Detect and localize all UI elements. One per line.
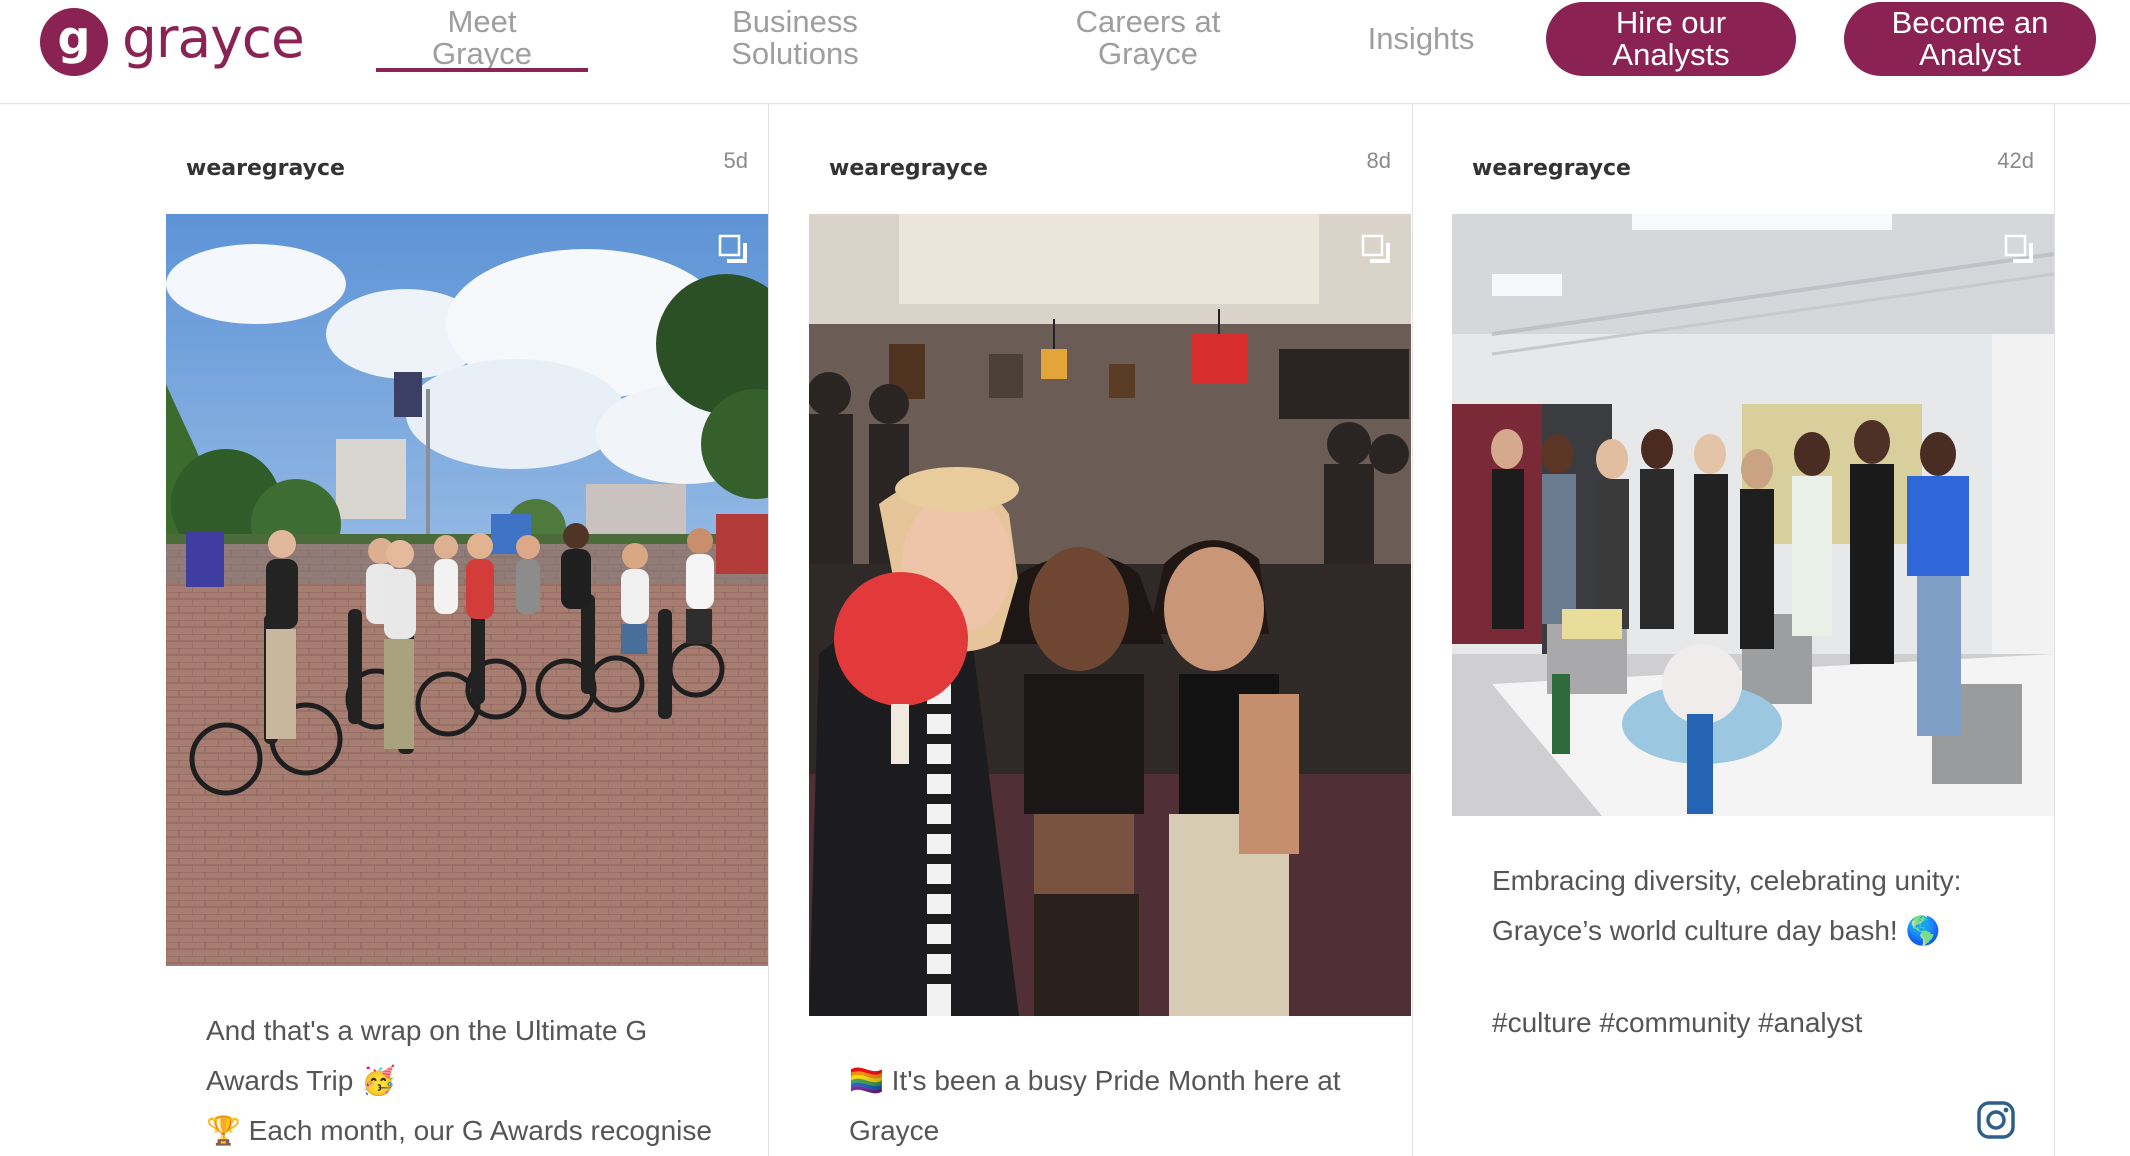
nav-careers-line2: Grayce — [1098, 36, 1198, 71]
site-header: g grayce Meet Grayce Business Solutions … — [0, 0, 2130, 104]
nav-business-solutions[interactable]: Business Solutions — [700, 6, 890, 70]
post-age: 42d — [1997, 148, 2034, 173]
caption-line: Awards Trip 🥳 — [206, 1065, 396, 1096]
nav-insights[interactable]: Insights — [1350, 23, 1492, 55]
logo-text: grayce — [122, 5, 305, 70]
post-photo[interactable] — [1452, 214, 2054, 816]
grayce-logo-mark: g — [40, 8, 108, 76]
nav-insights-label: Insights — [1367, 21, 1475, 56]
multiple-images-icon — [1361, 234, 1390, 263]
post-username[interactable]: wearegrayce — [186, 156, 345, 181]
feed-divider — [2054, 104, 2055, 1156]
caption-line: Grayce — [849, 1115, 940, 1146]
post-username[interactable]: wearegrayce — [1472, 156, 1631, 181]
hire-our-analysts-button[interactable]: Hire our Analysts — [1546, 2, 1796, 76]
nav-meet-grayce[interactable]: Meet Grayce — [376, 4, 588, 72]
feed-divider — [768, 104, 769, 1156]
post-photo[interactable] — [809, 214, 1411, 1016]
nav-meet-line1: Meet — [447, 4, 517, 39]
caption-line: And that's a wrap on the Ultimate G — [206, 1015, 648, 1046]
instagram-post[interactable]: wearegrayce 5d And that's a wrap on the … — [166, 104, 768, 1156]
nav-business-line1: Business — [732, 4, 858, 39]
nav-careers-line1: Careers at — [1075, 4, 1221, 39]
nav-business-line2: Solutions — [731, 36, 859, 71]
bike-trip-photo — [166, 214, 768, 966]
culture-day-photo — [1452, 214, 2054, 816]
nav-meet-line2: Grayce — [432, 36, 532, 71]
become-an-analyst-button[interactable]: Become an Analyst — [1844, 2, 2096, 76]
caption-line: Grayce’s world culture day bash! 🌎 — [1492, 915, 1941, 946]
caption-line: Embracing diversity, celebrating unity: — [1492, 865, 1962, 896]
multiple-images-icon — [2004, 234, 2033, 263]
logo-glyph: g — [58, 14, 91, 65]
post-caption: Embracing diversity, celebrating unity: … — [1492, 856, 2022, 1048]
hire-button-line2: Analysts — [1612, 37, 1730, 72]
instagram-icon[interactable] — [1976, 1100, 2016, 1140]
multiple-images-icon — [718, 234, 747, 263]
post-username[interactable]: wearegrayce — [829, 156, 988, 181]
caption-hashtags: #culture #community #analyst — [1492, 1007, 1863, 1038]
feed-divider — [1412, 104, 1413, 1156]
hire-button-line1: Hire our — [1615, 5, 1727, 40]
instagram-post[interactable]: wearegrayce 8d — [809, 104, 1411, 1156]
become-button-line1: Become an — [1891, 5, 2049, 40]
caption-line: 🏳️‍🌈 It's been a busy Pride Month here a… — [849, 1065, 1341, 1096]
post-photo[interactable] — [166, 214, 768, 966]
become-button-line2: Analyst — [1919, 37, 2021, 72]
pride-party-photo — [809, 214, 1411, 1016]
instagram-post[interactable]: wearegrayce 42d Embracing diversity, cel… — [1452, 104, 2054, 1156]
grayce-logo[interactable]: g grayce — [40, 5, 305, 78]
post-caption: And that's a wrap on the Ultimate G Awar… — [206, 1006, 736, 1156]
post-age: 5d — [723, 148, 748, 173]
nav-careers-at-grayce[interactable]: Careers at Grayce — [1046, 6, 1250, 70]
post-age: 8d — [1366, 148, 1391, 173]
post-caption: 🏳️‍🌈 It's been a busy Pride Month here a… — [849, 1056, 1379, 1156]
caption-line: 🏆 Each month, our G Awards recognise — [206, 1115, 712, 1146]
